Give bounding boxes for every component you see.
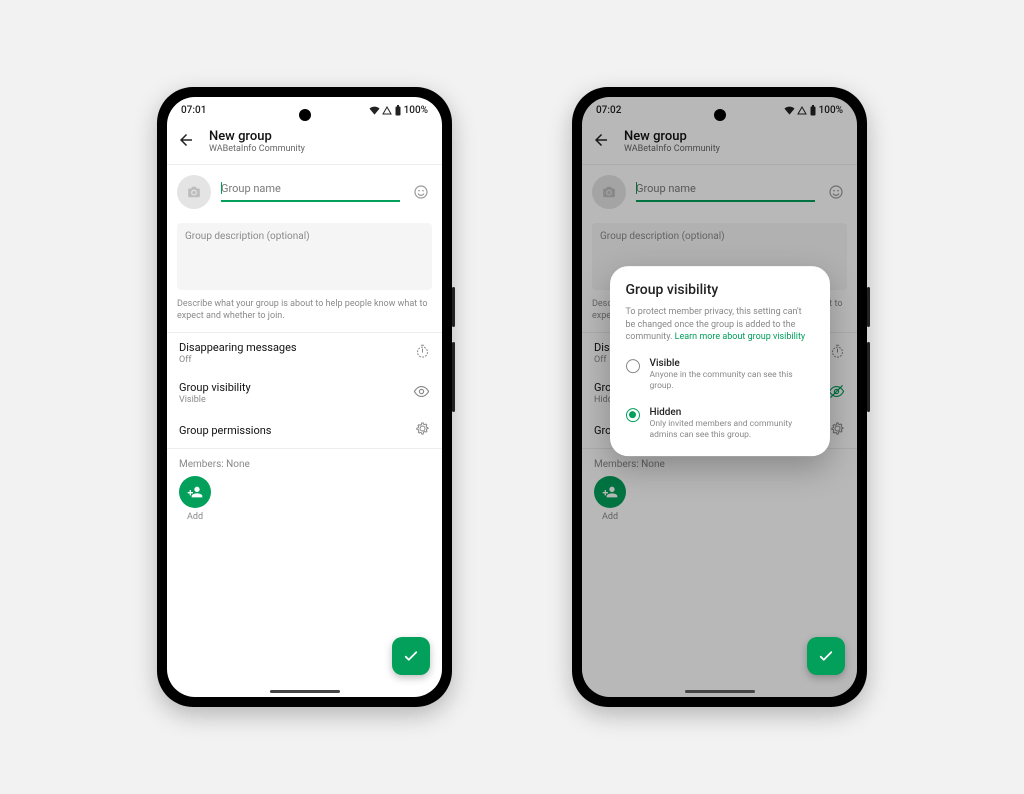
- text-cursor: [221, 182, 222, 194]
- battery-icon: [394, 105, 402, 116]
- phone-camera-cutout: [299, 109, 311, 121]
- page-subtitle: WABetaInfo Community: [209, 144, 305, 154]
- group-name-input[interactable]: Group name: [636, 182, 815, 202]
- group-photo-button[interactable]: [592, 175, 626, 209]
- status-time: 07:01: [181, 105, 206, 116]
- setting-title: Group permissions: [179, 424, 271, 437]
- radio-unchecked-icon: [626, 359, 640, 373]
- setting-group-permissions[interactable]: Group permissions: [167, 413, 442, 448]
- confirm-fab[interactable]: [807, 637, 845, 675]
- radio-checked-icon: [626, 408, 640, 422]
- add-member-label: Add: [187, 512, 203, 522]
- setting-disappearing-messages[interactable]: Disappearing messages Off: [167, 333, 442, 373]
- status-battery-text: 100%: [819, 105, 843, 116]
- phone-side-button: [452, 287, 455, 327]
- confirm-fab[interactable]: [392, 637, 430, 675]
- screen: 07:02 100% New group WABetaInfo Communit…: [582, 97, 857, 697]
- screen: 07:01 100% New group WABetaInfo Communit…: [167, 97, 442, 697]
- back-button[interactable]: [177, 131, 195, 153]
- signal-icon: [797, 106, 807, 115]
- add-member-label: Add: [602, 512, 618, 522]
- add-member-container: Add: [167, 476, 442, 522]
- check-icon: [402, 647, 420, 665]
- add-member-container: Add: [582, 476, 857, 522]
- status-indicators: 100%: [784, 105, 843, 116]
- option-visible[interactable]: Visible Anyone in the community can see …: [626, 358, 814, 393]
- text-cursor: [636, 182, 637, 194]
- header-titles: New group WABetaInfo Community: [209, 129, 305, 154]
- add-person-icon: [602, 484, 618, 500]
- battery-icon: [809, 105, 817, 116]
- option-title: Visible: [650, 358, 814, 369]
- emoji-icon: [828, 184, 844, 200]
- camera-icon: [187, 185, 201, 199]
- members-label: Members: None: [167, 449, 442, 476]
- option-description: Only invited members and community admin…: [650, 419, 814, 442]
- back-arrow-icon: [177, 131, 195, 149]
- option-description: Anyone in the community can see this gro…: [650, 370, 814, 393]
- back-button[interactable]: [592, 131, 610, 153]
- setting-value: Visible: [179, 395, 251, 405]
- phone-side-button: [867, 287, 870, 327]
- emoji-button[interactable]: [410, 181, 432, 203]
- dialog-description: To protect member privacy, this setting …: [626, 306, 814, 344]
- group-name-input[interactable]: Group name: [221, 182, 400, 202]
- group-description-placeholder: Group description (optional): [185, 231, 310, 242]
- phone-side-button: [867, 342, 870, 412]
- group-description-help: Describe what your group is about to hel…: [167, 290, 442, 332]
- status-time: 07:02: [596, 105, 621, 116]
- emoji-icon: [413, 184, 429, 200]
- phone-right: 07:02 100% New group WABetaInfo Communit…: [572, 87, 867, 707]
- signal-icon: [382, 106, 392, 115]
- group-photo-button[interactable]: [177, 175, 211, 209]
- setting-value: Off: [179, 355, 297, 365]
- header: New group WABetaInfo Community: [582, 123, 857, 164]
- status-battery-text: 100%: [404, 105, 428, 116]
- phone-camera-cutout: [714, 109, 726, 121]
- wifi-icon: [784, 106, 795, 115]
- eye-off-icon: [828, 383, 845, 404]
- add-member-button[interactable]: [179, 476, 211, 508]
- group-name-placeholder: Group name: [636, 182, 696, 195]
- add-member-button[interactable]: [594, 476, 626, 508]
- timer-icon: [830, 344, 845, 363]
- timer-icon: [415, 344, 430, 363]
- page-title: New group: [624, 129, 720, 144]
- android-nav-pill: [685, 690, 755, 693]
- group-visibility-dialog: Group visibility To protect member priva…: [610, 266, 830, 456]
- gear-icon: [415, 421, 430, 440]
- setting-title: Disappearing messages: [179, 341, 297, 354]
- camera-icon: [602, 185, 616, 199]
- status-indicators: 100%: [369, 105, 428, 116]
- android-nav-pill: [270, 690, 340, 693]
- emoji-button[interactable]: [825, 181, 847, 203]
- check-icon: [817, 647, 835, 665]
- header-titles: New group WABetaInfo Community: [624, 129, 720, 154]
- gear-icon: [830, 421, 845, 440]
- option-hidden[interactable]: Hidden Only invited members and communit…: [626, 407, 814, 442]
- header: New group WABetaInfo Community: [167, 123, 442, 164]
- eye-icon: [413, 383, 430, 404]
- group-description-input[interactable]: Group description (optional): [177, 223, 432, 290]
- add-person-icon: [187, 484, 203, 500]
- wifi-icon: [369, 106, 380, 115]
- back-arrow-icon: [592, 131, 610, 149]
- group-name-placeholder: Group name: [221, 182, 281, 195]
- group-name-row: Group name: [167, 165, 442, 217]
- learn-more-link[interactable]: Learn more about group visibility: [675, 332, 806, 342]
- page-subtitle: WABetaInfo Community: [624, 144, 720, 154]
- phone-left: 07:01 100% New group WABetaInfo Communit…: [157, 87, 452, 707]
- group-name-row: Group name: [582, 165, 857, 217]
- setting-title: Group visibility: [179, 381, 251, 394]
- option-title: Hidden: [650, 407, 814, 418]
- dialog-title: Group visibility: [626, 282, 814, 298]
- page-title: New group: [209, 129, 305, 144]
- setting-group-visibility[interactable]: Group visibility Visible: [167, 373, 442, 413]
- phone-side-button: [452, 342, 455, 412]
- group-description-placeholder: Group description (optional): [600, 231, 725, 242]
